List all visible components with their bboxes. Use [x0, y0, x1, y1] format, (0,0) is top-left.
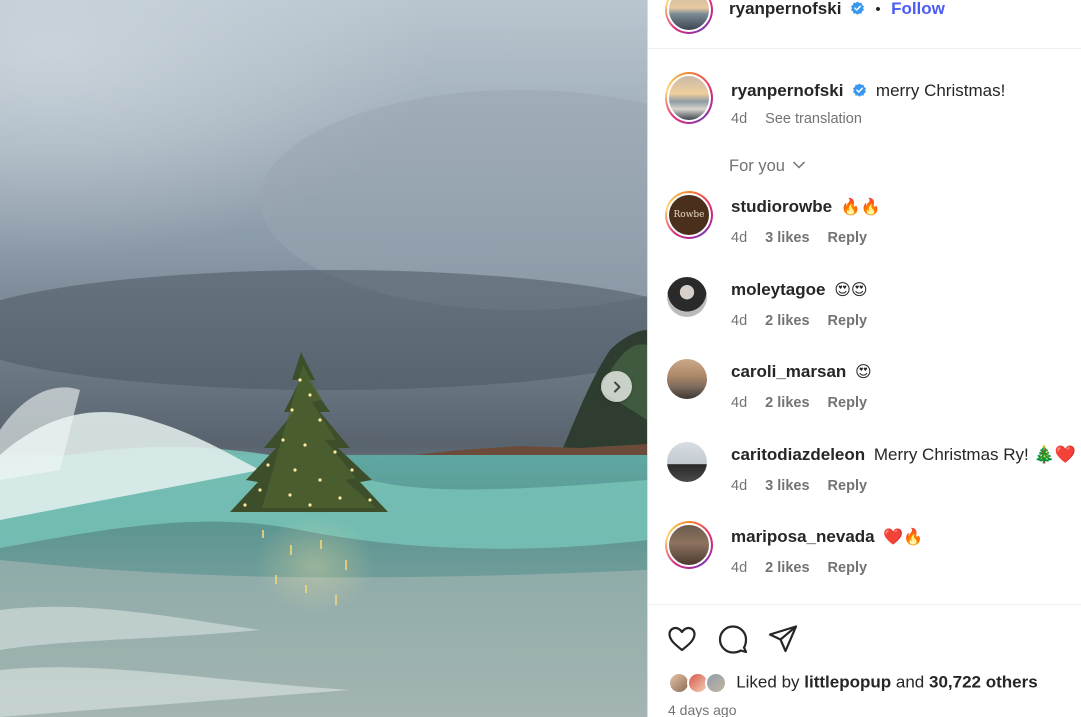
comment-username[interactable]: caroli_marsan — [731, 362, 846, 381]
verified-badge-icon — [850, 1, 864, 15]
comments-filter-dropdown[interactable]: For you — [729, 157, 806, 176]
commenter-avatar[interactable] — [667, 359, 707, 399]
comment-likes[interactable]: 2 likes — [765, 313, 809, 329]
comment-text: Merry Christmas Ry! 🎄❤️ — [873, 445, 1076, 464]
commenter-avatar[interactable] — [665, 521, 713, 569]
reply-button[interactable]: Reply — [828, 313, 868, 329]
commenter-avatar[interactable] — [667, 277, 707, 317]
commenter-avatar[interactable] — [667, 442, 707, 482]
comment-age: 4d — [731, 230, 748, 246]
comment-age: 4d — [731, 395, 748, 411]
chevron-down-icon — [792, 161, 805, 169]
author-username[interactable]: ryanpernofski — [729, 0, 841, 18]
comment-username[interactable]: moleytagoe — [731, 280, 825, 299]
avatar-logo-text: Rowbe — [673, 210, 705, 220]
comment-likes[interactable]: 3 likes — [765, 230, 809, 246]
caption-text: merry Christmas! — [875, 81, 1006, 100]
share-icon[interactable] — [767, 623, 799, 655]
next-image-button[interactable] — [601, 371, 632, 402]
post-timestamp[interactable]: 4 days ago — [668, 702, 737, 717]
comment-username[interactable]: studiorowbe — [731, 197, 832, 216]
caption-author-avatar[interactable] — [665, 72, 713, 124]
comment-text: 😍 — [855, 362, 872, 381]
liked-by-user[interactable]: littlepopup — [804, 672, 891, 691]
likes-summary: Liked by littlepopup and 30,722 others — [668, 672, 1038, 694]
comment-text: ❤️🔥 — [883, 527, 924, 546]
follow-button[interactable]: Follow — [891, 0, 945, 18]
reply-button[interactable]: Reply — [828, 230, 868, 246]
reply-button[interactable]: Reply — [828, 395, 868, 411]
post-header: ryanpernofski • Follow — [648, 0, 1081, 49]
comment-icon[interactable] — [717, 623, 749, 655]
see-translation-button[interactable]: See translation — [765, 111, 862, 127]
comment-likes[interactable]: 2 likes — [765, 560, 809, 576]
liker-avatar — [705, 672, 728, 694]
author-avatar[interactable] — [665, 0, 713, 34]
comment-likes[interactable]: 3 likes — [765, 478, 809, 494]
post-actions-bar — [648, 604, 1081, 717]
liked-by-and: and — [895, 672, 925, 692]
comment-text: 🔥🔥 — [840, 197, 881, 216]
heart-icon[interactable] — [666, 623, 698, 655]
separator-dot: • — [875, 1, 881, 18]
commenter-avatar[interactable]: Rowbe — [665, 191, 713, 239]
comment-username[interactable]: caritodiazdeleon — [731, 445, 865, 464]
comment-likes[interactable]: 2 likes — [765, 395, 809, 411]
verified-badge-icon — [853, 83, 867, 97]
likes-count[interactable]: 30,722 others — [929, 672, 1038, 691]
post-image — [0, 0, 647, 717]
comment-age: 4d — [731, 560, 748, 576]
comment-age: 4d — [731, 313, 748, 329]
comments-filter-label: For you — [729, 157, 785, 175]
liked-by-prefix: Liked by — [736, 672, 800, 692]
post-photo — [0, 0, 647, 717]
comment-text: 😍😍 — [834, 280, 868, 299]
comment-username[interactable]: mariposa_nevada — [731, 527, 875, 546]
caption-age: 4d — [731, 111, 748, 127]
post-side-panel: ryanpernofski • Follow ryanpernofski mer… — [647, 0, 1081, 717]
comment-age: 4d — [731, 478, 748, 494]
caption-username[interactable]: ryanpernofski — [731, 81, 843, 100]
chevron-right-icon — [613, 381, 620, 392]
reply-button[interactable]: Reply — [828, 478, 868, 494]
reply-button[interactable]: Reply — [828, 560, 868, 576]
